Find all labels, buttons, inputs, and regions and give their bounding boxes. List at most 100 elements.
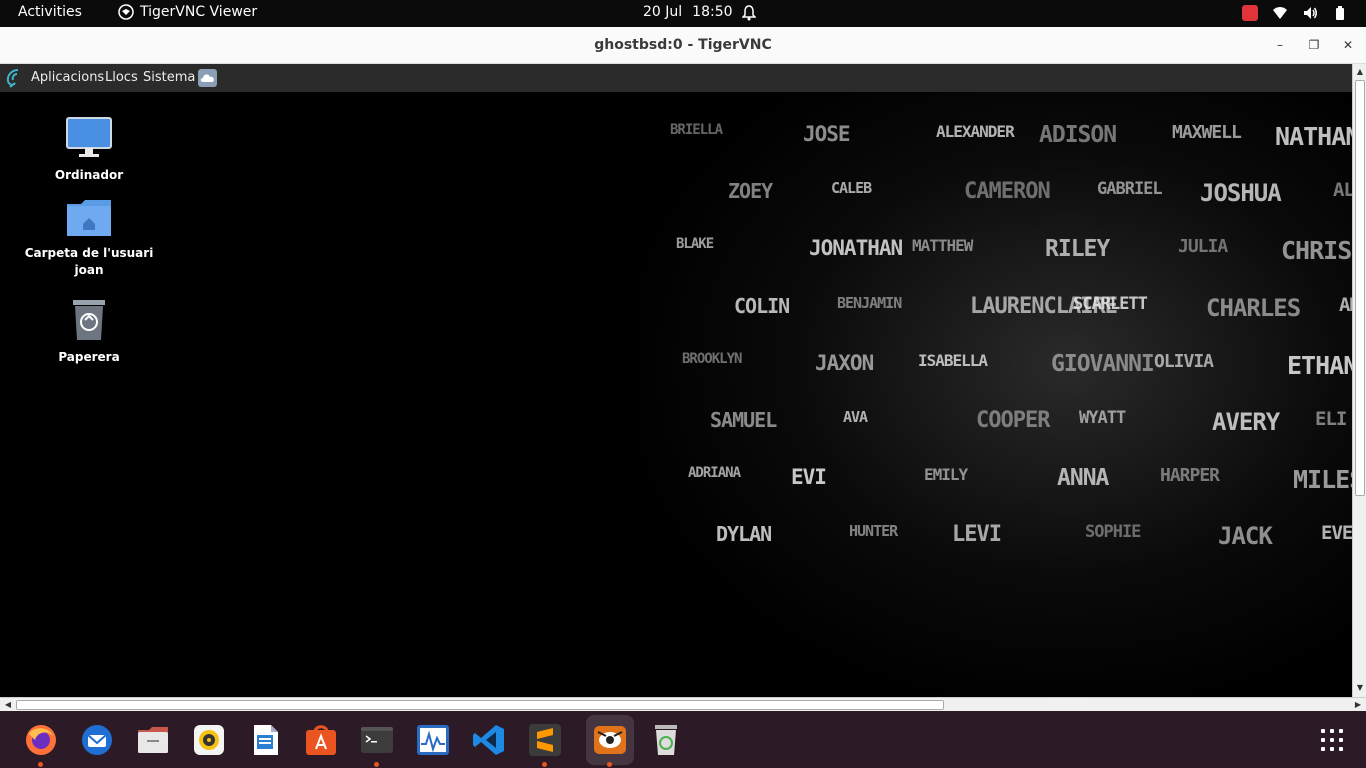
minimize-button[interactable]: – (1272, 37, 1288, 53)
running-indicator (38, 762, 43, 767)
wallpaper-word: SCARLETT (1073, 293, 1148, 314)
vscode-icon[interactable] (471, 722, 507, 758)
wallpaper-word: GIOVANNI (1051, 350, 1155, 377)
volume-icon[interactable] (1302, 5, 1318, 21)
show-applications-icon[interactable] (1321, 729, 1343, 751)
wallpaper-word: CHRISTIAN (1281, 236, 1352, 266)
wallpaper-word: JOSE (803, 122, 851, 146)
terminal-icon[interactable] (359, 722, 395, 758)
wallpaper-word: EVELYN (1321, 522, 1352, 545)
tigervnc-icon[interactable] (586, 715, 634, 765)
wallpaper-word: JONATHAN (809, 236, 903, 261)
app-menu-label: TigerVNC Viewer (140, 4, 258, 20)
wallpaper-word: NATHAN (1275, 122, 1352, 151)
dock (0, 711, 1366, 768)
maximize-button[interactable]: ❐ (1306, 37, 1322, 53)
desktop-icon-label: Paperera (58, 350, 120, 364)
remote-top-panel: Aplicacions Llocs Sistema (0, 64, 1352, 92)
wallpaper-word: AVERY (1212, 408, 1280, 436)
scroll-down-icon[interactable]: ▼ (1354, 682, 1366, 694)
wifi-icon[interactable] (1272, 5, 1288, 21)
tigervnc-small-icon (118, 4, 134, 20)
vertical-scrollbar[interactable]: ▲ ▼ (1352, 64, 1366, 697)
wallpaper-word: OLIVIA (1154, 350, 1214, 372)
wallpaper-word: JULIA (1178, 236, 1228, 258)
horizontal-scrollbar[interactable]: ◀ ▶ (0, 697, 1366, 711)
running-indicator (374, 762, 379, 767)
wallpaper-word: MAXWELL (1172, 122, 1242, 143)
wallpaper-word: EMILY (924, 465, 968, 485)
wallpaper-word: RILEY (1045, 236, 1110, 263)
wallpaper-word: ISABELLA (918, 350, 988, 370)
anydesk-tray-icon[interactable] (1242, 5, 1258, 21)
wallpaper-word: GABRIEL (1097, 179, 1163, 200)
trash-icon (73, 300, 105, 340)
writer-icon[interactable] (247, 722, 283, 758)
clock[interactable]: 20 Jul 18:50 (643, 4, 733, 20)
firefox-icon[interactable] (23, 722, 59, 758)
wallpaper-word: BENJAMIN (837, 293, 902, 312)
desktop-icon-home[interactable]: Carpeta de l'usuari joan (24, 198, 154, 279)
window-titlebar[interactable]: ghostbsd:0 - TigerVNC – ❐ ✕ (0, 27, 1366, 64)
battery-icon[interactable] (1332, 5, 1348, 21)
scroll-up-icon[interactable]: ▲ (1354, 66, 1366, 78)
clock-date: 20 Jul (643, 4, 683, 20)
menu-llocs[interactable]: Llocs (105, 70, 138, 85)
wallpaper: BRIELLA JOSE ALEXANDER ADISON MAXWELL NATHAN Z… (640, 92, 1352, 697)
wallpaper-word: MILES (1293, 465, 1352, 495)
menu-sistema[interactable]: Sistema (143, 70, 195, 85)
system-tray[interactable] (1242, 5, 1348, 21)
wallpaper-word: ALEXANDER (936, 122, 1015, 141)
scroll-left-icon[interactable]: ◀ (2, 699, 14, 711)
wallpaper-word: HARPER (1160, 465, 1220, 487)
activities-button[interactable]: Activities (18, 4, 82, 20)
desktop-icon-label: Ordinador (54, 168, 124, 182)
running-indicator (542, 762, 547, 767)
wallpaper-word: JOSHUA (1200, 179, 1282, 208)
home-folder-icon (67, 200, 111, 236)
app-center-icon[interactable] (303, 722, 339, 758)
wallpaper-word: AVA (843, 408, 868, 426)
remote-desktop[interactable]: BRIELLA JOSE ALEXANDER ADISON MAXWELL NATHAN Z… (0, 64, 1352, 697)
wallpaper-word: ADRIANA (688, 465, 741, 482)
screen: Activities TigerVNC Viewer 20 Jul 18:50 … (0, 0, 1366, 768)
clock-time: 18:50 (692, 4, 733, 20)
desktop-icon-paperera[interactable]: Paperera (24, 298, 154, 366)
system-monitor-icon[interactable] (415, 722, 451, 758)
wallpaper-word: SOPHIE (1085, 522, 1141, 543)
rhythmbox-icon[interactable] (191, 722, 227, 758)
wallpaper-word: AMELIA (1339, 293, 1352, 316)
monitor-icon (66, 117, 112, 157)
wallpaper-word: SAMUEL (710, 408, 777, 432)
close-button[interactable]: ✕ (1340, 37, 1356, 53)
wallpaper-word: DYLAN (716, 522, 772, 547)
desktop-icon-label: Carpeta de l'usuari joan (24, 246, 154, 277)
wallpaper-word: MATTHEW (912, 236, 973, 256)
wallpaper-word: ADISON (1039, 122, 1117, 148)
desktop-icon-ordinador[interactable]: Ordinador (24, 116, 154, 184)
files-icon[interactable] (135, 722, 171, 758)
scroll-right-icon[interactable]: ▶ (1352, 699, 1364, 711)
wallpaper-word: JAXON (815, 350, 874, 375)
window-title: ghostbsd:0 - TigerVNC (594, 37, 772, 53)
horizontal-scroll-thumb[interactable] (16, 700, 944, 710)
cloud-icon[interactable] (198, 69, 217, 87)
wallpaper-word: JACK (1218, 522, 1273, 551)
thunderbird-icon[interactable] (79, 722, 115, 758)
wallpaper-word: HUNTER (849, 522, 898, 541)
notification-bell-icon[interactable] (742, 5, 756, 21)
sublime-icon[interactable] (527, 722, 563, 758)
wallpaper-word: COLIN (734, 293, 790, 318)
wallpaper-word: CAMERON (964, 179, 1051, 205)
wallpaper-word: BROOKLYN (682, 350, 742, 367)
app-menu[interactable]: TigerVNC Viewer (118, 4, 257, 20)
ghostbsd-logo-icon[interactable] (4, 68, 22, 88)
wallpaper-word: ETHAN (1287, 350, 1352, 380)
wallpaper-word: BRIELLA (670, 122, 723, 138)
wallpaper-word: ELI (1315, 408, 1347, 430)
top-bar: Activities TigerVNC Viewer 20 Jul 18:50 (0, 0, 1366, 27)
vertical-scroll-thumb[interactable] (1355, 80, 1365, 496)
menu-aplicacions[interactable]: Aplicacions (31, 70, 104, 85)
trash-icon[interactable] (648, 722, 684, 758)
wallpaper-word: WYATT (1079, 408, 1126, 428)
